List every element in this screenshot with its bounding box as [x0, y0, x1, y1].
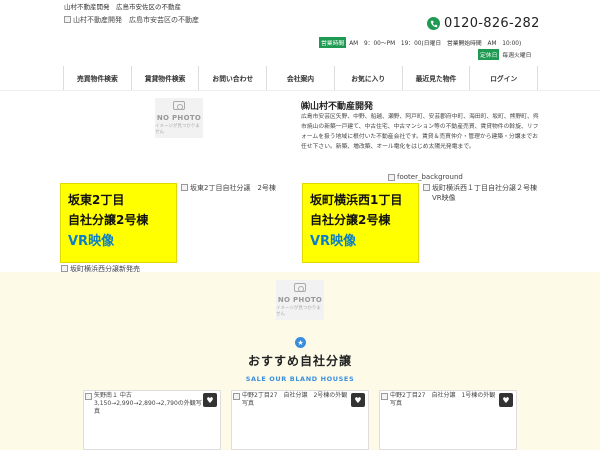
phone-icon	[427, 17, 440, 30]
property-card[interactable]: 中野2丁目27 自社分譲 1号棟の外観写真 ♥	[379, 390, 517, 450]
broken-image-icon	[381, 393, 388, 400]
banner2-alt: 坂町横浜西１丁目自社分譲２号棟VR映像	[432, 184, 537, 202]
banner2-line2: 自社分譲2号棟	[310, 213, 391, 227]
card1-alt: 矢野南１ 中古 3,150→2,990→2,890→2,790の外観写真	[94, 392, 202, 415]
recommend-no-photo: NO PHOTO イメージが見つかりません	[276, 280, 324, 320]
property-card[interactable]: 矢野南１ 中古 3,150→2,990→2,890→2,790の外観写真 ♥	[83, 390, 221, 450]
top-tagline: 山村不動産開発 広島市安佐区の不動産	[64, 3, 181, 12]
tagline-company: 山村不動産開発	[64, 3, 110, 11]
broken-image-icon	[85, 393, 92, 400]
banner2-image[interactable]: 坂町横浜西１丁目自社分譲２号棟VR映像	[423, 183, 538, 203]
company-description: 広島市安芸区矢野、中野、船越、瀬野、阿戸町、安芸郡府中町、海田町、坂町、熊野町、…	[301, 114, 539, 151]
recommend-title: おすすめ自社分譲	[247, 354, 352, 368]
holiday-text: 毎週火曜日	[502, 53, 532, 59]
card1-image[interactable]: 矢野南１ 中古 3,150→2,990→2,890→2,790の外観写真	[84, 391, 220, 415]
favorite-heart-icon[interactable]: ♥	[499, 393, 513, 407]
property-card[interactable]: 中野2丁目27 自社分譲 2号棟の外観写真 ♥	[231, 390, 369, 450]
banner1-line1: 坂東2丁目	[68, 193, 125, 207]
broken-image-icon	[181, 184, 188, 191]
banner1-vr: VR映像	[68, 234, 115, 249]
favorite-heart-icon[interactable]: ♥	[351, 393, 365, 407]
recommend-subtitle: SALE OUR BLAND HOUSES	[245, 375, 355, 383]
broken-image-icon	[388, 174, 395, 181]
nav-contact[interactable]: お問い合わせ	[199, 66, 268, 90]
nav-rent-search[interactable]: 賃貸物件検索	[132, 66, 200, 90]
no-photo-title-2: NO PHOTO	[277, 296, 323, 304]
logo-alt-text: 山村不動産開発 広島市安芸区の不動産	[73, 16, 199, 24]
nav-recently-viewed[interactable]: 最近見た物件	[403, 66, 471, 90]
tagline-area: 広島市安佐区の不動産	[116, 3, 181, 11]
site-logo[interactable]: 山村不動産開発 広島市安芸区の不動産	[64, 15, 199, 25]
holiday-badge: 定休日	[478, 49, 500, 60]
hours-text: AM 9：00～PM 19：00(日曜日 営業開始時間 AM 10:00)	[349, 41, 522, 47]
nav-favorites[interactable]: お気に入り	[335, 66, 403, 90]
no-photo-sub-2: イメージが見つかりません	[276, 306, 321, 317]
camera-icon	[294, 283, 306, 292]
no-photo-sub: イメージが見つかりません	[155, 124, 200, 135]
phone-number: 0120-826-282	[444, 16, 540, 31]
favorite-heart-icon[interactable]: ♥	[203, 393, 217, 407]
card2-image[interactable]: 中野2丁目27 自社分譲 2号棟の外観写真	[232, 391, 368, 408]
banner-yokohama-vr[interactable]: 坂町横浜西1丁目 自社分譲2号棟 VR映像	[302, 183, 419, 263]
star-icon: ★	[295, 337, 306, 348]
banner-bando-vr[interactable]: 坂東2丁目 自社分譲2号棟 VR映像	[60, 183, 177, 263]
nav-sale-search[interactable]: 売買物件検索	[63, 66, 132, 90]
business-hours: 営業時間 AM 9：00～PM 19：00(日曜日 営業開始時間 AM 10:0…	[319, 37, 521, 48]
nav-company[interactable]: 会社案内	[267, 66, 335, 90]
company-name: ㈱山村不動産開発	[301, 102, 374, 112]
company-no-photo: NO PHOTO イメージが見つかりません	[155, 98, 203, 138]
nav-login[interactable]: ログイン	[470, 66, 539, 90]
card3-image[interactable]: 中野2丁目27 自社分譲 1号棟の外観写真	[380, 391, 516, 408]
nav-divider	[0, 90, 600, 91]
camera-icon	[173, 101, 185, 110]
card2-alt: 中野2丁目27 自社分譲 2号棟の外観写真	[242, 392, 348, 407]
banner1-line2: 自社分譲2号棟	[68, 213, 149, 227]
banner2-vr: VR映像	[310, 234, 357, 249]
banner1-alt: 坂東2丁目自社分譲 2号棟	[190, 184, 276, 192]
hours-badge: 営業時間	[319, 37, 347, 48]
broken-image-icon	[61, 265, 68, 272]
main-nav: 売買物件検索 賃貸物件検索 お問い合わせ 会社案内 お気に入り 最近見た物件 ロ…	[63, 66, 539, 90]
broken-image-icon	[233, 393, 240, 400]
footer-bg-alt: footer_background	[397, 173, 463, 181]
broken-image-icon	[423, 184, 430, 191]
yokohama-sale-image[interactable]: 坂町横浜西分譲新発売	[61, 264, 140, 274]
holiday-info: 定休日 毎週火曜日	[478, 49, 531, 60]
broken-image-icon	[64, 16, 71, 23]
yokohama-alt: 坂町横浜西分譲新発売	[70, 265, 140, 273]
banner2-line1: 坂町横浜西1丁目	[310, 193, 403, 207]
card3-alt: 中野2丁目27 自社分譲 1号棟の外観写真	[390, 392, 496, 407]
footer-background-image: footer_background	[388, 173, 463, 181]
phone-block[interactable]: 0120-826-282	[427, 16, 540, 31]
banner1-image[interactable]: 坂東2丁目自社分譲 2号棟	[181, 183, 276, 193]
no-photo-title: NO PHOTO	[156, 114, 202, 122]
